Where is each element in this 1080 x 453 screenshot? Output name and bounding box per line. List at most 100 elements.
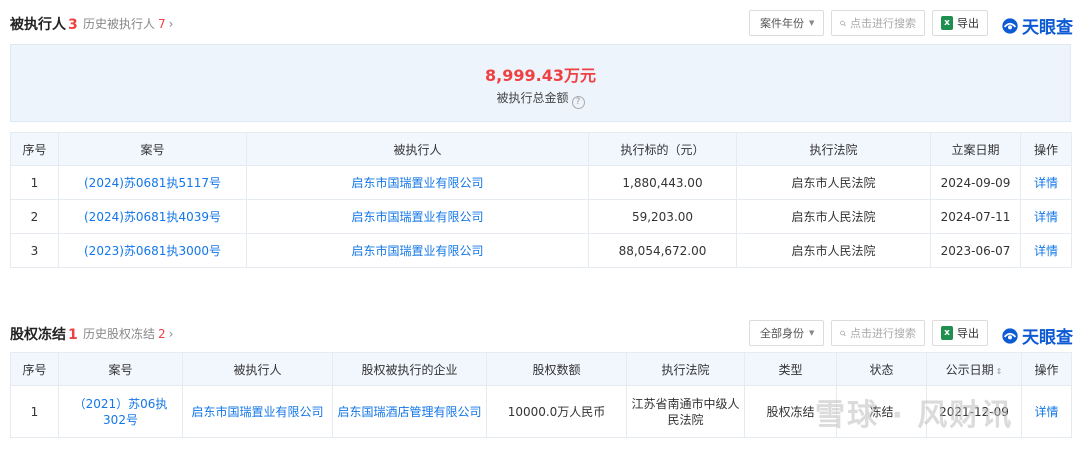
search-input[interactable]: 点击进行搜索 <box>831 320 925 346</box>
history-link[interactable]: 历史被执行人 7 › <box>83 15 173 32</box>
search-icon <box>840 20 846 26</box>
section-header-executed: 被执行人 3 历史被执行人 7 › 案件年份 ▼ 点击进行搜索 x 导出 天眼查 <box>0 2 1080 42</box>
search-icon <box>840 330 846 336</box>
history-count[interactable]: 7 <box>158 17 166 31</box>
amount-cell: 88,054,672.00 <box>588 233 737 268</box>
excel-icon: x <box>941 326 953 340</box>
table-row: 1 (2024)苏0681执5117号 启东市国瑞置业有限公司 1,880,44… <box>10 165 1072 200</box>
case-number-link[interactable]: (2024)苏0681执5117号 <box>58 165 247 200</box>
row-number: 2 <box>10 199 59 234</box>
dropdown-label[interactable]: 案件年份 <box>760 15 804 31</box>
export-label[interactable]: 导出 <box>957 15 979 31</box>
details-link[interactable]: 详情 <box>1020 233 1072 268</box>
search-placeholder[interactable]: 点击进行搜索 <box>850 15 916 31</box>
row-number: 1 <box>10 165 59 200</box>
section-count: 1 <box>68 327 78 343</box>
table-row: 1 （2021）苏06执302号 启东市国瑞置业有限公司 启东国瑞酒店管理有限公… <box>10 385 1072 438</box>
history-label[interactable]: 历史股权冻结 <box>83 327 155 341</box>
column-header: 股权数额 <box>486 352 627 386</box>
caret-down-icon[interactable]: ▼ <box>809 19 814 27</box>
status-cell: 冻结 <box>836 385 927 438</box>
equity-amount-cell: 10000.0万人民币 <box>486 385 627 438</box>
tianyancha-logo: 天眼查 <box>1001 13 1073 38</box>
column-header: 案号 <box>58 352 183 386</box>
section-title: 股权冻结 1 <box>10 324 78 344</box>
chevron-right-icon[interactable]: › <box>169 17 174 31</box>
type-cell: 股权冻结 <box>744 385 837 438</box>
identity-dropdown[interactable]: 全部身份 ▼ <box>749 320 824 346</box>
details-link[interactable]: 详情 <box>1021 385 1072 438</box>
row-number: 1 <box>10 385 59 438</box>
column-header: 操作 <box>1021 352 1072 386</box>
caret-down-icon[interactable]: ▼ <box>809 329 814 337</box>
date-cell: 2024-07-11 <box>930 199 1021 234</box>
export-label[interactable]: 导出 <box>957 325 979 341</box>
column-header: 被执行人 <box>246 132 589 166</box>
details-link[interactable]: 详情 <box>1020 199 1072 234</box>
column-header: 状态 <box>836 352 927 386</box>
column-header: 被执行人 <box>182 352 333 386</box>
details-link[interactable]: 详情 <box>1020 165 1072 200</box>
row-number: 3 <box>10 233 59 268</box>
year-dropdown[interactable]: 案件年份 ▼ <box>749 10 824 36</box>
case-number-link[interactable]: (2023)苏0681执3000号 <box>58 233 247 268</box>
section-title-text: 被执行人 <box>10 17 66 33</box>
company-link[interactable]: 启东国瑞酒店管理有限公司 <box>332 385 487 438</box>
logo-text: 天眼查 <box>1022 328 1073 348</box>
equity-freeze-table: 序号 案号 被执行人 股权被执行的企业 股权数额 执行法院 类型 状态 公示日期… <box>10 352 1072 438</box>
sort-icon[interactable]: ⇕ <box>996 367 1003 376</box>
search-placeholder[interactable]: 点击进行搜索 <box>850 325 916 341</box>
date-cell: 2023-06-07 <box>930 233 1021 268</box>
case-number-link[interactable]: （2021）苏06执302号 <box>58 385 183 438</box>
column-header: 股权被执行的企业 <box>332 352 487 386</box>
party-link[interactable]: 启东市国瑞置业有限公司 <box>246 165 589 200</box>
column-header: 案号 <box>58 132 247 166</box>
court-cell: 启东市人民法院 <box>736 165 931 200</box>
history-count[interactable]: 2 <box>158 327 166 341</box>
tianyancha-logo: 天眼查 <box>1001 323 1073 348</box>
column-header: 执行法院 <box>626 352 745 386</box>
search-input[interactable]: 点击进行搜索 <box>831 10 925 36</box>
amount-cell: 59,203.00 <box>588 199 737 234</box>
help-icon[interactable]: ? <box>571 95 585 109</box>
executed-table: 序号 案号 被执行人 执行标的（元） 执行法院 立案日期 操作 1 (2024)… <box>10 132 1072 268</box>
table-header-row: 序号 案号 被执行人 股权被执行的企业 股权数额 执行法院 类型 状态 公示日期… <box>10 352 1072 386</box>
court-cell: 启东市人民法院 <box>736 199 931 234</box>
party-link[interactable]: 启东市国瑞置业有限公司 <box>246 233 589 268</box>
date-cell: 2021-12-09 <box>926 385 1022 438</box>
column-header: 类型 <box>744 352 837 386</box>
chevron-right-icon[interactable]: › <box>169 327 174 341</box>
court-cell: 江苏省南通市中级人民法院 <box>626 385 745 438</box>
section-title: 被执行人 3 <box>10 14 78 34</box>
eye-logo-icon <box>1002 17 1018 34</box>
column-header: 执行标的（元） <box>588 132 737 166</box>
history-link[interactable]: 历史股权冻结 2 › <box>83 325 173 342</box>
court-cell: 启东市人民法院 <box>736 233 931 268</box>
column-header: 操作 <box>1020 132 1072 166</box>
column-header-label[interactable]: 公示日期 <box>946 363 994 377</box>
section-header-equity-freeze: 股权冻结 1 历史股权冻结 2 › 全部身份 ▼ 点击进行搜索 x 导出 天眼查 <box>0 312 1080 352</box>
date-cell: 2024-09-09 <box>930 165 1021 200</box>
export-button[interactable]: x 导出 <box>932 10 988 36</box>
total-amount-label: 被执行总金额 <box>496 91 569 105</box>
column-header: 序号 <box>10 352 59 386</box>
export-button[interactable]: x 导出 <box>932 320 988 346</box>
dropdown-label[interactable]: 全部身份 <box>760 325 804 341</box>
column-header: 执行法院 <box>736 132 931 166</box>
party-link[interactable]: 启东市国瑞置业有限公司 <box>182 385 333 438</box>
column-header-date-sortable[interactable]: 公示日期 ⇕ <box>926 352 1022 386</box>
table-row: 3 (2023)苏0681执3000号 启东市国瑞置业有限公司 88,054,6… <box>10 233 1072 268</box>
case-number-link[interactable]: (2024)苏0681执4039号 <box>58 199 247 234</box>
total-amount-label-row: 被执行总金额? <box>11 89 1070 109</box>
excel-icon: x <box>941 16 953 30</box>
eye-logo-icon <box>1002 327 1018 344</box>
total-amount-value: 8,999.43万元 <box>485 66 596 85</box>
logo-text: 天眼查 <box>1022 18 1073 38</box>
column-header: 立案日期 <box>930 132 1021 166</box>
table-header-row: 序号 案号 被执行人 执行标的（元） 执行法院 立案日期 操作 <box>10 132 1072 166</box>
history-label[interactable]: 历史被执行人 <box>83 17 155 31</box>
amount-cell: 1,880,443.00 <box>588 165 737 200</box>
table-row: 2 (2024)苏0681执4039号 启东市国瑞置业有限公司 59,203.0… <box>10 199 1072 234</box>
total-amount-summary: 8,999.43万元 被执行总金额? <box>10 44 1071 122</box>
party-link[interactable]: 启东市国瑞置业有限公司 <box>246 199 589 234</box>
